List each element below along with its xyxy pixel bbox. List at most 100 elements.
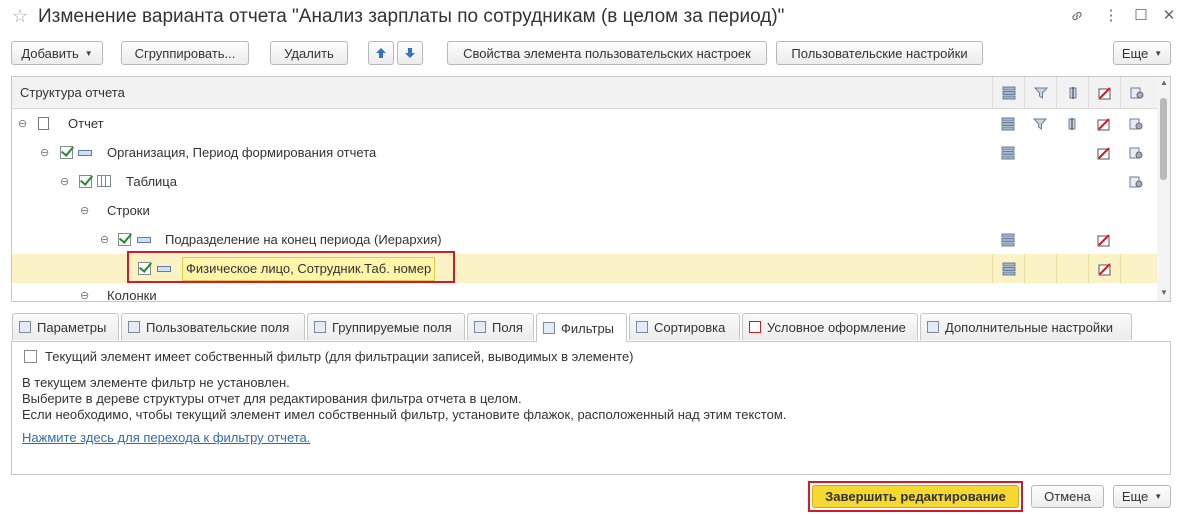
collapse-icon[interactable]: ⊖	[18, 117, 27, 130]
info-text-3: Если необходимо, чтобы текущий элемент и…	[22, 407, 787, 422]
favorite-star-icon[interactable]: ☆	[12, 6, 28, 27]
arrow-up-icon	[376, 48, 386, 58]
close-icon[interactable]: ✕	[1158, 6, 1180, 24]
conditional-format-icon[interactable]	[1088, 225, 1120, 254]
scroll-up-icon[interactable]: ▲	[1160, 78, 1168, 87]
own-filter-label[interactable]: Текущий элемент имеет собственный фильтр…	[45, 349, 634, 364]
add-button-label: Добавить	[21, 45, 79, 61]
more-button[interactable]: Еще ▼	[1113, 41, 1171, 65]
conditional-format-icon[interactable]	[1088, 138, 1120, 167]
finish-editing-button[interactable]: Завершить редактирование	[812, 485, 1019, 508]
footer-more-button[interactable]: Еще ▼	[1113, 485, 1171, 508]
fields-icon[interactable]	[992, 138, 1024, 167]
info-text-1: В текущем элементе фильтр не установлен.	[22, 375, 290, 390]
annotation-highlight	[127, 251, 455, 283]
grouping-icon	[137, 237, 151, 243]
add-button[interactable]: Добавить ▼	[11, 41, 103, 65]
table-icon	[97, 175, 111, 187]
tree-row-label: Подразделение на конец периода (Иерархия…	[165, 232, 442, 247]
tree-row-department[interactable]: ⊖ Подразделение на конец периода (Иерарх…	[12, 225, 1158, 254]
tab-label: Поля	[492, 319, 523, 335]
use-checkbox[interactable]	[60, 146, 73, 159]
fields-icon	[474, 321, 486, 333]
move-down-button[interactable]	[397, 41, 423, 65]
collapse-icon[interactable]: ⊖	[40, 146, 49, 159]
tree-row-label: Строки	[107, 203, 150, 218]
column-settings-icon[interactable]	[1120, 77, 1153, 108]
move-up-button[interactable]	[368, 41, 394, 65]
tab-additional-settings[interactable]: Дополнительные настройки	[920, 313, 1132, 340]
tab-label: Группируемые поля	[332, 319, 452, 335]
own-filter-checkbox[interactable]	[24, 350, 37, 363]
tab-parameters[interactable]: Параметры	[12, 313, 119, 340]
chevron-down-icon: ▼	[1154, 48, 1163, 58]
chevron-down-icon: ▼	[84, 48, 93, 58]
scroll-down-icon[interactable]: ▼	[1160, 288, 1168, 297]
delete-button[interactable]: Удалить	[270, 41, 348, 65]
tab-sort[interactable]: Сортировка	[629, 313, 740, 340]
tree-row-label: Отчет	[68, 116, 104, 131]
tree-row-rows[interactable]: ⊖ Строки	[12, 196, 1158, 225]
document-icon	[38, 117, 49, 130]
parameters-icon	[19, 321, 31, 333]
collapse-icon[interactable]: ⊖	[60, 175, 69, 188]
column-fields-icon[interactable]	[992, 77, 1025, 108]
column-filter-icon[interactable]	[1024, 77, 1057, 108]
sort-icon	[636, 321, 648, 333]
fields-icon[interactable]	[992, 225, 1024, 254]
tab-filters[interactable]: Фильтры	[536, 313, 627, 342]
tab-user-fields[interactable]: Пользовательские поля	[121, 313, 305, 340]
settings-icon	[927, 321, 939, 333]
column-conditional-format-icon[interactable]	[1088, 77, 1121, 108]
sort-icon[interactable]	[1056, 109, 1088, 138]
link-icon[interactable]	[1070, 6, 1092, 23]
column-sort-icon[interactable]	[1056, 77, 1089, 108]
conditional-format-icon[interactable]	[1088, 254, 1121, 283]
info-text-2: Выберите в дереве структуры отчет для ре…	[22, 391, 522, 406]
filter-icon[interactable]	[1024, 109, 1056, 138]
tab-label: Дополнительные настройки	[945, 319, 1114, 335]
collapse-icon[interactable]: ⊖	[80, 204, 89, 217]
chevron-down-icon: ▼	[1154, 492, 1163, 501]
settings-icon[interactable]	[1120, 138, 1152, 167]
maximize-icon[interactable]: ☐	[1130, 6, 1152, 24]
user-settings-button[interactable]: Пользовательские настройки	[776, 41, 983, 65]
report-filter-link[interactable]: Нажмите здесь для перехода к фильтру отч…	[22, 430, 310, 445]
tree-row-report[interactable]: ⊖ Отчет	[12, 109, 1158, 138]
element-properties-button[interactable]: Свойства элемента пользовательских настр…	[447, 41, 767, 65]
tab-label: Параметры	[37, 319, 107, 335]
groupable-fields-icon	[314, 321, 326, 333]
tab-conditional-format[interactable]: Условное оформление	[742, 313, 918, 340]
more-menu-icon[interactable]: ⋮	[1100, 6, 1122, 24]
settings-icon[interactable]	[1120, 109, 1152, 138]
grouping-icon	[78, 150, 92, 156]
tree-row-columns[interactable]: ⊖ Колонки	[12, 283, 1158, 302]
arrow-down-icon	[405, 48, 415, 58]
cancel-button[interactable]: Отмена	[1031, 485, 1104, 508]
fields-icon[interactable]	[992, 254, 1025, 283]
group-button[interactable]: Сгруппировать...	[121, 41, 249, 65]
tree-row-organization[interactable]: ⊖ Организация, Период формирования отчет…	[12, 138, 1158, 167]
collapse-icon[interactable]: ⊖	[80, 289, 89, 301]
tab-label: Фильтры	[561, 320, 615, 336]
footer-more-label: Еще	[1121, 489, 1149, 504]
tab-groupable-fields[interactable]: Группируемые поля	[307, 313, 465, 340]
settings-icon[interactable]	[1120, 167, 1152, 196]
tree-row-table[interactable]: ⊖ Таблица	[12, 167, 1158, 196]
use-checkbox[interactable]	[79, 175, 92, 188]
tab-label: Пользовательские поля	[146, 319, 290, 335]
tab-label: Сортировка	[654, 319, 726, 335]
fields-icon[interactable]	[992, 109, 1024, 138]
tab-fields[interactable]: Поля	[467, 313, 534, 340]
tree-row-label: Таблица	[126, 174, 177, 189]
sort-cell[interactable]	[1056, 254, 1089, 283]
tree-row-label: Колонки	[107, 288, 157, 302]
tree-scrollbar-thumb[interactable]	[1160, 98, 1167, 180]
conditional-format-icon[interactable]	[1088, 109, 1120, 138]
tree-row-label: Организация, Период формирования отчета	[107, 145, 377, 160]
collapse-icon[interactable]: ⊖	[100, 233, 109, 246]
more-button-label: Еще	[1121, 45, 1149, 61]
use-checkbox[interactable]	[118, 233, 131, 246]
filter-cell[interactable]	[1024, 254, 1057, 283]
settings-cell[interactable]	[1120, 254, 1153, 283]
